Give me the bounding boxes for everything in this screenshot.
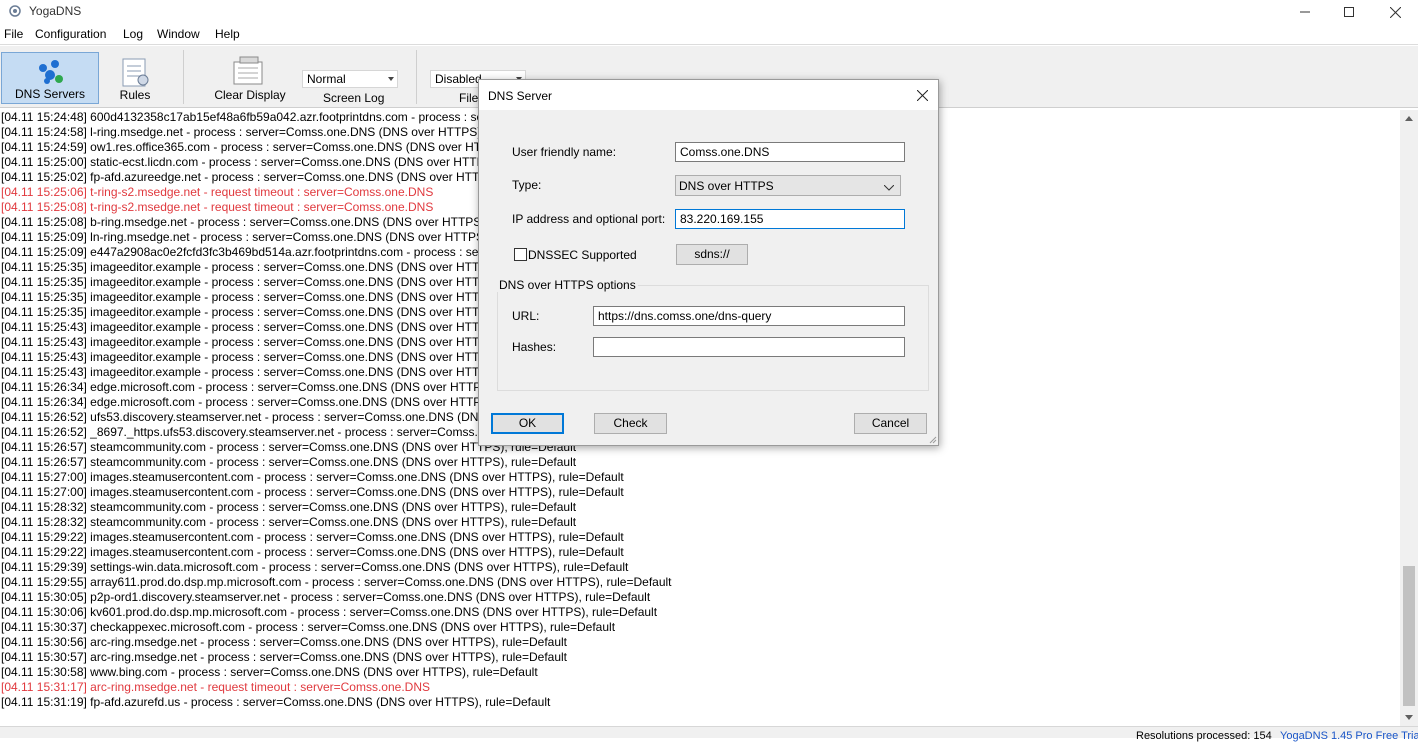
log-line: [04.11 15:29:22] images.steamusercontent… <box>1 530 624 544</box>
ip-label: IP address and optional port: <box>512 212 666 226</box>
window-title: YogaDNS <box>29 4 82 18</box>
log-line: [04.11 15:29:55] array611.prod.do.dsp.mp… <box>1 575 672 589</box>
dnssec-checkbox[interactable] <box>514 248 527 261</box>
scroll-thumb[interactable] <box>1403 566 1415 706</box>
minimize-icon <box>1300 11 1310 13</box>
dialog-close-button[interactable] <box>912 85 932 105</box>
version-link[interactable]: YogaDNS 1.45 Pro Free Trial <box>1280 730 1418 742</box>
file-log-label: File <box>459 91 479 105</box>
log-line: [04.11 15:30:06] kv601.prod.do.dsp.mp.mi… <box>1 605 658 619</box>
name-label: User friendly name: <box>512 145 617 159</box>
maximize-icon <box>1344 7 1354 17</box>
menu-window[interactable]: Window <box>157 27 200 41</box>
sdns-button[interactable]: sdns:// <box>676 244 748 265</box>
log-line: [04.11 15:27:00] images.steamusercontent… <box>1 470 624 484</box>
rules-button[interactable]: Rules <box>104 52 166 104</box>
scroll-down-icon <box>1405 715 1413 720</box>
scroll-up-icon <box>1405 116 1413 121</box>
menu-help[interactable]: Help <box>215 27 240 41</box>
log-line: [04.11 15:28:32] steamcommunity.com - pr… <box>1 500 577 514</box>
url-label: URL: <box>512 309 540 323</box>
ok-button[interactable]: OK <box>491 413 564 434</box>
menu-log[interactable]: Log <box>123 27 143 41</box>
file-log-value: Disabled <box>435 72 482 86</box>
rules-label: Rules <box>119 88 151 102</box>
url-field[interactable]: https://dns.comss.one/dns-query <box>593 306 905 326</box>
dnssec-label: DNSSEC Supported <box>528 248 637 262</box>
menu-configuration[interactable]: Configuration <box>35 27 106 41</box>
menu-file[interactable]: File <box>4 27 23 41</box>
cancel-button[interactable]: Cancel <box>854 413 927 434</box>
screen-log-label: Screen Log <box>323 91 385 105</box>
log-line-error: [04.11 15:31:17] arc-ring.msedge.net - r… <box>1 680 430 694</box>
log-line: [04.11 15:30:58] www.bing.com - process … <box>1 665 538 679</box>
doh-options-label: DNS over HTTPS options <box>497 278 638 292</box>
name-field[interactable]: Comss.one.DNS <box>675 142 905 162</box>
clear-display-icon <box>233 56 263 85</box>
dns-servers-label: DNS Servers <box>14 87 85 101</box>
log-line: [04.11 15:29:39] settings-win.data.micro… <box>1 560 629 574</box>
resolutions-count: Resolutions processed: 154 <box>1136 730 1272 742</box>
log-line: [04.11 15:30:56] arc-ring.msedge.net - p… <box>1 635 568 649</box>
toolbar-separator <box>183 50 184 104</box>
maximize-button[interactable] <box>1326 0 1372 24</box>
check-button[interactable]: Check <box>594 413 667 434</box>
type-select[interactable]: DNS over HTTPS <box>675 175 901 196</box>
scroll-down-button[interactable] <box>1400 709 1418 726</box>
dialog-title-bar: DNS Server <box>479 80 938 110</box>
screen-log-select[interactable]: Normal <box>302 70 398 88</box>
log-line: [04.11 15:30:05] p2p-ord1.discovery.stea… <box>1 590 651 604</box>
toolbar-separator <box>416 50 417 104</box>
log-line: [04.11 15:30:37] checkappexec.microsoft.… <box>1 620 616 634</box>
dns-servers-icon <box>39 60 63 84</box>
type-label: Type: <box>512 178 542 192</box>
dns-server-dialog: DNS Server User friendly name: Comss.one… <box>478 79 939 446</box>
hashes-field[interactable] <box>593 337 905 357</box>
type-value: DNS over HTTPS <box>679 179 774 193</box>
status-bar: Resolutions processed: 154 YogaDNS 1.45 … <box>0 726 1418 742</box>
dns-servers-button[interactable]: DNS Servers <box>1 52 99 104</box>
log-line: [04.11 15:31:19] fp-afd.azurefd.us - pro… <box>1 695 551 709</box>
log-line: [04.11 15:30:57] arc-ring.msedge.net - p… <box>1 650 568 664</box>
log-scrollbar[interactable] <box>1400 110 1418 726</box>
title-bar: YogaDNS <box>0 0 1418 24</box>
clear-display-button[interactable]: Clear Display <box>210 52 290 104</box>
screen-log-value: Normal <box>307 72 346 86</box>
scroll-up-button[interactable] <box>1400 110 1418 127</box>
close-icon <box>916 89 928 101</box>
rules-icon <box>122 58 149 87</box>
clear-display-label: Clear Display <box>214 88 286 102</box>
hashes-label: Hashes: <box>512 340 557 354</box>
menu-bar: File Configuration Log Window Help <box>0 24 1418 45</box>
chevron-down-icon <box>388 77 394 81</box>
resize-grip-icon[interactable] <box>927 434 937 444</box>
app-icon <box>8 4 24 20</box>
log-line: [04.11 15:29:22] images.steamusercontent… <box>1 545 624 559</box>
log-line: [04.11 15:28:32] steamcommunity.com - pr… <box>1 515 577 529</box>
dialog-title: DNS Server <box>488 89 553 103</box>
chevron-down-icon <box>883 180 895 194</box>
log-line: [04.11 15:27:00] images.steamusercontent… <box>1 485 624 499</box>
log-line: [04.11 15:26:57] steamcommunity.com - pr… <box>1 455 577 469</box>
close-icon <box>1389 6 1401 18</box>
ip-field[interactable]: 83.220.169.155 <box>675 209 905 229</box>
close-button[interactable] <box>1372 0 1418 24</box>
minimize-button[interactable] <box>1282 0 1328 24</box>
